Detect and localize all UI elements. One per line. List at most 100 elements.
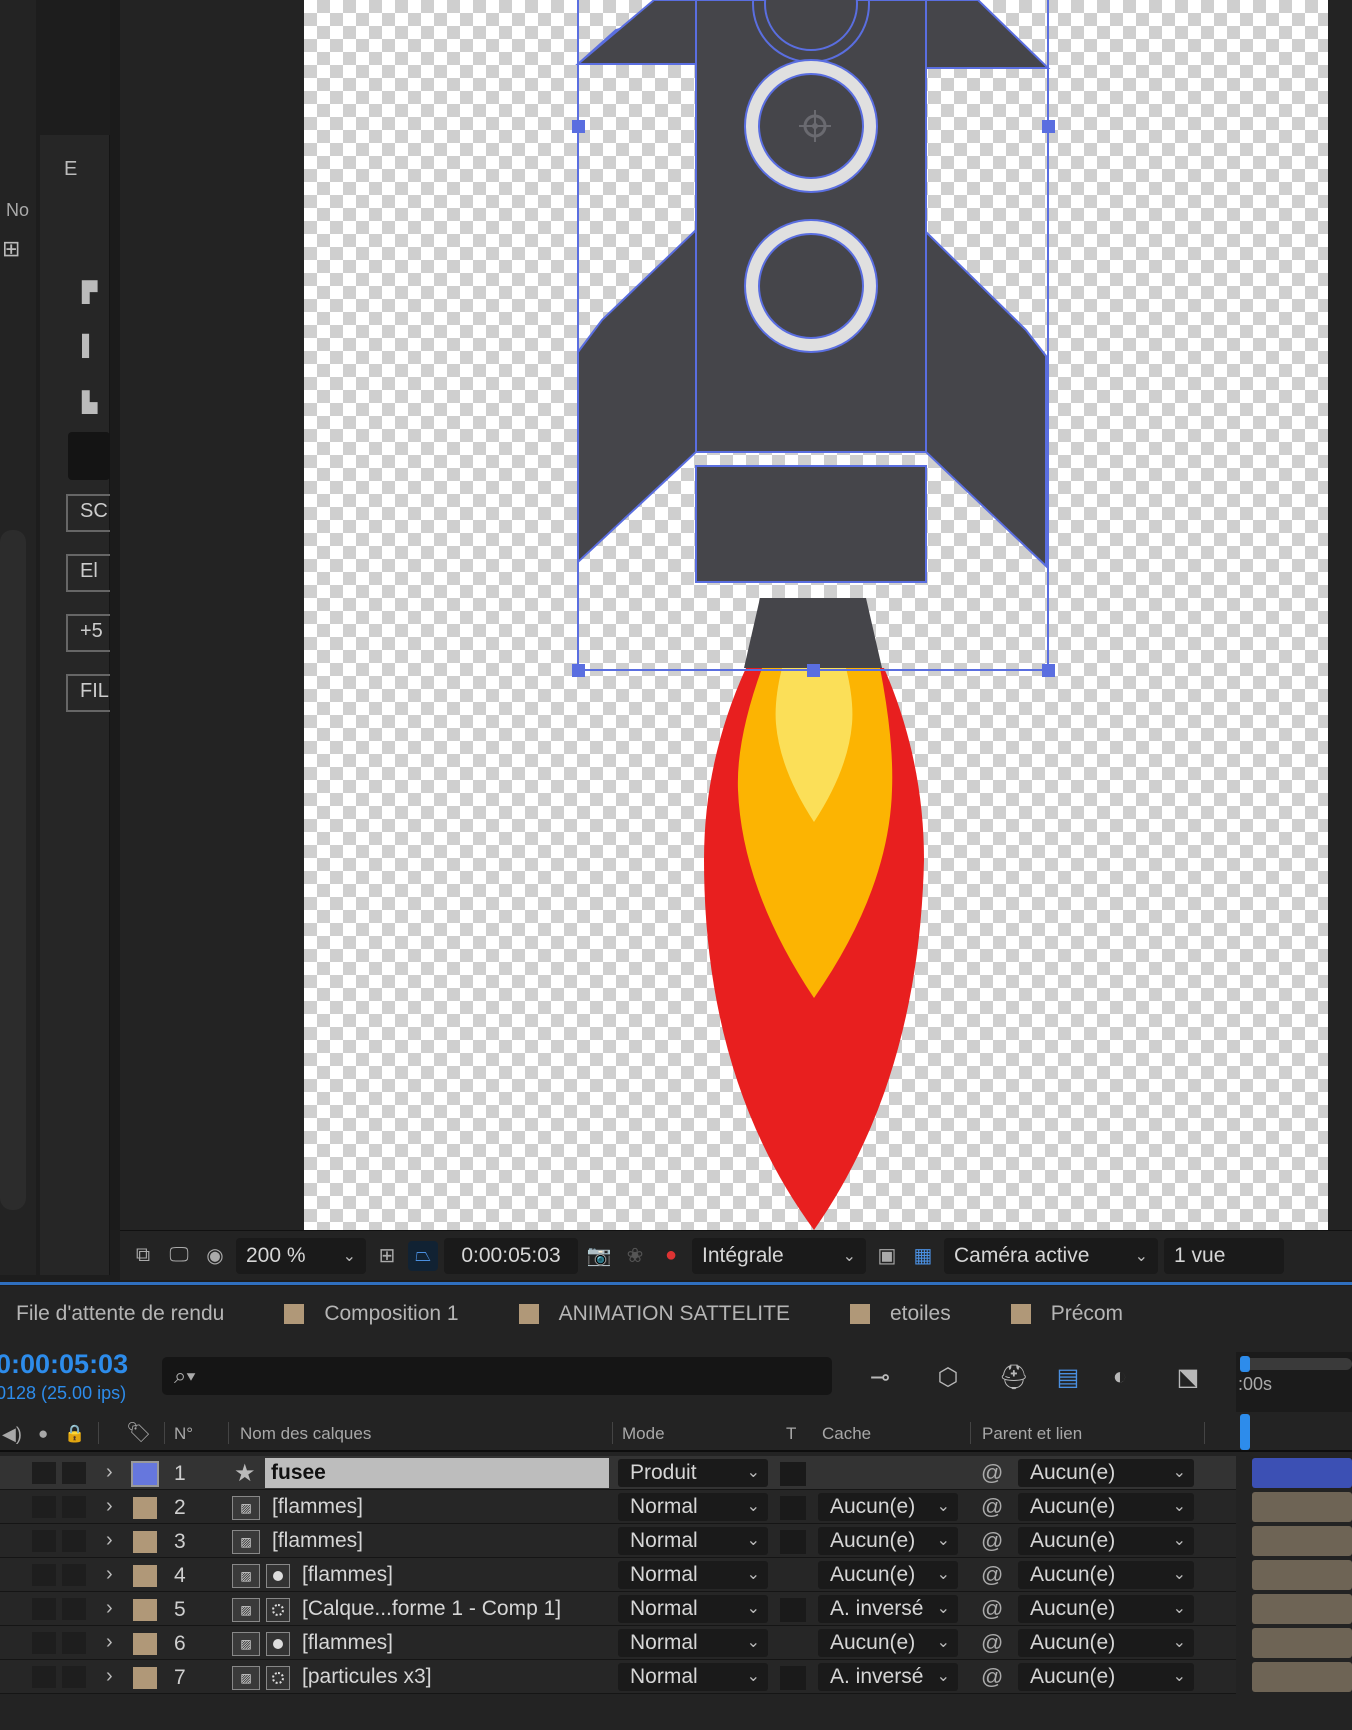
lock-icon[interactable]: 🔒 [64, 1424, 85, 1444]
preview-icon[interactable]: ⧉ [128, 1241, 158, 1271]
expand-chevron-icon[interactable]: › [106, 1495, 113, 1518]
fast-previews-icon[interactable]: ▣ [872, 1241, 902, 1271]
column-parent[interactable]: Parent et lien [982, 1424, 1082, 1444]
lock-switch[interactable] [62, 1496, 86, 1518]
label-color-swatch[interactable] [133, 1633, 157, 1655]
column-layer-name[interactable]: Nom des calques [240, 1424, 371, 1444]
work-area-start-handle[interactable] [1240, 1356, 1250, 1372]
layer-row[interactable]: › 7 ▨ [particules x3] Normal ⌄ A. inversé ⌄ @ Auc… [0, 1660, 1236, 1694]
align-bottom-icon[interactable]: ▙ [82, 390, 97, 415]
blend-mode-dropdown[interactable]: Produit ⌄ [618, 1459, 768, 1487]
layer-search-input[interactable]: ⌕▾ [162, 1357, 832, 1395]
lock-switch[interactable] [62, 1666, 86, 1688]
panel-button-sc[interactable]: SC [66, 494, 112, 532]
layer-row[interactable]: › 2 ▨ [flammes] Normal ⌄ Aucun(e) ⌄ @ Aucun(e) ⌄ [0, 1490, 1236, 1524]
rocket-nozzle[interactable] [744, 598, 882, 668]
pick-whip-icon[interactable]: @ [981, 1630, 1003, 1656]
draft-3d-icon[interactable]: ⬡ [930, 1360, 966, 1394]
tab-precomp[interactable]: Précom [1001, 1302, 1173, 1326]
tab-etoiles[interactable]: etoiles [840, 1302, 1001, 1326]
layer-duration-bar[interactable] [1252, 1458, 1352, 1488]
pick-whip-icon[interactable]: @ [981, 1494, 1003, 1520]
blend-mode-dropdown[interactable]: Normal ⌄ [618, 1493, 768, 1521]
blend-mode-dropdown[interactable]: Normal ⌄ [618, 1663, 768, 1691]
rocket-lower-block[interactable] [695, 465, 927, 583]
layer-name[interactable]: [Calque...forme 1 - Comp 1] [302, 1597, 561, 1621]
layer-duration-bar[interactable] [1252, 1628, 1352, 1658]
label-color-swatch[interactable] [133, 1497, 157, 1519]
blend-mode-dropdown[interactable]: Normal ⌄ [618, 1595, 768, 1623]
checkerboard-icon[interactable]: ▦ [908, 1241, 938, 1271]
layer-name[interactable]: [particules x3] [302, 1665, 432, 1689]
column-number[interactable]: N° [174, 1424, 193, 1444]
solo-switch[interactable] [32, 1632, 56, 1654]
track-matte-dropdown[interactable]: A. inversé ⌄ [818, 1663, 958, 1691]
label-color-swatch[interactable] [133, 1599, 157, 1621]
parent-dropdown[interactable]: Aucun(e) ⌄ [1018, 1561, 1194, 1589]
solo-switch[interactable] [32, 1530, 56, 1552]
layer-name[interactable]: [flammes] [272, 1495, 363, 1519]
layer-duration-bar[interactable] [1252, 1560, 1352, 1590]
camera-dropdown[interactable]: Caméra active ⌄ [944, 1237, 1158, 1274]
expand-chevron-icon[interactable]: › [106, 1597, 113, 1620]
pick-whip-icon[interactable]: @ [981, 1528, 1003, 1554]
expand-chevron-icon[interactable]: › [106, 1563, 113, 1586]
pick-whip-icon[interactable]: @ [981, 1596, 1003, 1622]
region-of-interest-icon[interactable]: ⊞ [372, 1241, 402, 1271]
color-channels-icon[interactable]: ● [656, 1241, 686, 1271]
views-dropdown[interactable]: 1 vue [1164, 1237, 1284, 1274]
preserve-transparency-switch[interactable] [780, 1462, 806, 1486]
solo-switch[interactable] [32, 1666, 56, 1688]
expand-chevron-icon[interactable]: › [106, 1631, 113, 1654]
hierarchy-icon[interactable]: ⊞ [2, 236, 20, 262]
handle-bottom-left[interactable] [572, 664, 585, 677]
layer-name[interactable]: fusee [265, 1458, 609, 1488]
tab-animation-sattelite[interactable]: ANIMATION SATTELITE [509, 1302, 840, 1326]
panel-button-plus5[interactable]: +5 [66, 614, 112, 652]
handle-middle-left[interactable] [572, 120, 585, 133]
handle-bottom-center[interactable] [807, 664, 820, 677]
motion-blur-icon[interactable]: ◐ [1102, 1360, 1138, 1394]
pick-whip-icon[interactable]: @ [981, 1460, 1003, 1486]
track-matte-dropdown[interactable]: Aucun(e) ⌄ [818, 1527, 958, 1555]
parent-dropdown[interactable]: Aucun(e) ⌄ [1018, 1595, 1194, 1623]
rocket-window-bottom[interactable] [744, 219, 878, 353]
column-cache[interactable]: Cache [822, 1424, 871, 1444]
audio-icon[interactable]: ◀) [2, 1424, 22, 1445]
rocket-fin-left[interactable] [577, 227, 697, 565]
color-swatch[interactable] [68, 432, 110, 480]
lock-switch[interactable] [62, 1632, 86, 1654]
pick-whip-icon[interactable]: @ [981, 1562, 1003, 1588]
parent-dropdown[interactable]: Aucun(e) ⌄ [1018, 1493, 1194, 1521]
layer-row[interactable]: › 3 ▨ [flammes] Normal ⌄ Aucun(e) ⌄ @ Aucun(e) ⌄ [0, 1524, 1236, 1558]
layer-name[interactable]: [flammes] [302, 1563, 393, 1587]
label-color-swatch[interactable] [133, 1565, 157, 1587]
zoom-dropdown[interactable]: 200 % ⌄ [236, 1237, 366, 1274]
lock-switch[interactable] [62, 1462, 86, 1484]
track-matte-dropdown[interactable]: Aucun(e) ⌄ [818, 1629, 958, 1657]
track-matte-dropdown[interactable]: Aucun(e) ⌄ [818, 1493, 958, 1521]
layer-duration-bar[interactable] [1252, 1492, 1352, 1522]
track-matte-dropdown[interactable]: Aucun(e) ⌄ [818, 1561, 958, 1589]
blend-mode-dropdown[interactable]: Normal ⌄ [618, 1561, 768, 1589]
expand-chevron-icon[interactable]: › [106, 1665, 113, 1688]
layer-duration-bar[interactable] [1252, 1594, 1352, 1624]
expand-chevron-icon[interactable]: › [106, 1529, 113, 1552]
preserve-transparency-switch[interactable] [780, 1496, 806, 1520]
composition-flowchart-icon[interactable]: ⊸ [862, 1360, 898, 1394]
layer-duration-bar[interactable] [1252, 1662, 1352, 1692]
solo-icon[interactable]: ● [38, 1424, 48, 1444]
parent-dropdown[interactable]: Aucun(e) ⌄ [1018, 1459, 1194, 1487]
layer-name[interactable]: [flammes] [302, 1631, 393, 1655]
solo-switch[interactable] [32, 1598, 56, 1620]
parent-dropdown[interactable]: Aucun(e) ⌄ [1018, 1663, 1194, 1691]
composition-canvas[interactable] [304, 0, 1328, 1230]
layer-duration-bar[interactable] [1252, 1526, 1352, 1556]
solo-switch[interactable] [32, 1564, 56, 1586]
column-t[interactable]: T [786, 1424, 796, 1444]
scrollbar[interactable] [0, 530, 26, 1210]
layer-row[interactable]: › 5 ▨ [Calque...forme 1 - Comp 1] Normal ⌄ A. … [0, 1592, 1236, 1626]
blend-mode-dropdown[interactable]: Normal ⌄ [618, 1527, 768, 1555]
resolution-dropdown[interactable]: Intégrale ⌄ [692, 1237, 866, 1274]
mask-icon[interactable]: ◉ [200, 1241, 230, 1271]
